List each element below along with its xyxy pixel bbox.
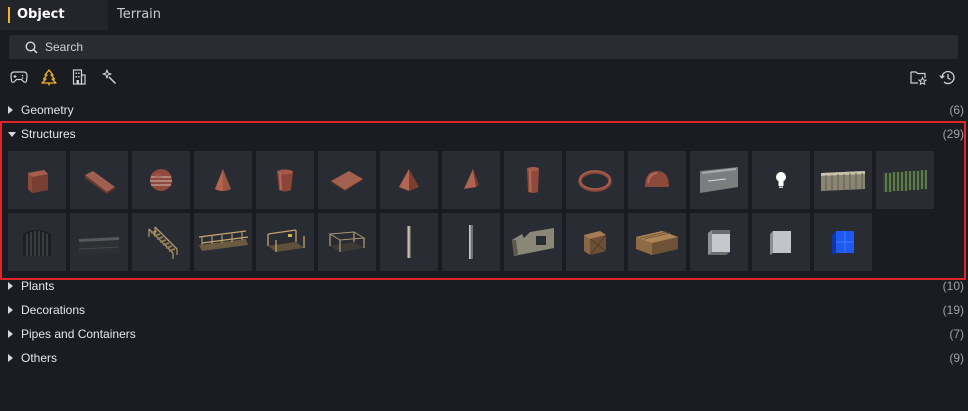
history-icon[interactable] <box>938 68 956 86</box>
magic-wand-icon[interactable] <box>100 68 118 86</box>
brick-sphere-icon[interactable] <box>132 151 190 209</box>
category-count: (10) <box>942 279 964 293</box>
thin-pillar-icon[interactable] <box>380 213 438 271</box>
category-count: (7) <box>949 327 964 341</box>
brick-tall-cylinder-icon[interactable] <box>504 151 562 209</box>
metal-fence-icon[interactable] <box>814 151 872 209</box>
wooden-box-icon[interactable] <box>628 213 686 271</box>
dark-wall-icon[interactable] <box>70 213 128 271</box>
platform-railing-icon[interactable] <box>256 213 314 271</box>
light-bulb-icon[interactable] <box>752 151 810 209</box>
stairs-icon[interactable] <box>132 213 190 271</box>
tab-object-label: Object <box>17 7 65 22</box>
category-geometry[interactable]: Geometry (6) <box>0 99 968 121</box>
category-count: (19) <box>942 303 964 317</box>
category-plants[interactable]: Plants (10) <box>0 275 968 297</box>
folder-star-icon[interactable] <box>909 68 927 86</box>
category-name: Plants <box>21 279 55 293</box>
blue-cube-icon[interactable] <box>814 213 872 271</box>
wooden-crate-icon[interactable] <box>566 213 624 271</box>
brick-hemisphere-icon[interactable] <box>628 151 686 209</box>
bridge-railing-icon[interactable] <box>194 213 252 271</box>
green-fence-icon[interactable] <box>876 151 934 209</box>
category-name: Geometry <box>21 103 74 117</box>
grey-cube-icon[interactable] <box>690 213 748 271</box>
expand-arrow-icon <box>8 330 13 338</box>
tree-icon[interactable] <box>40 68 58 86</box>
building-icon[interactable] <box>70 68 88 86</box>
brick-cylinder-icon[interactable] <box>256 151 314 209</box>
category-others[interactable]: Others (9) <box>0 347 968 369</box>
collapse-arrow-icon <box>8 132 16 137</box>
brick-cone-icon[interactable] <box>194 151 252 209</box>
gamepad-icon[interactable] <box>10 68 28 86</box>
iron-gate-icon[interactable] <box>8 213 66 271</box>
category-count: (29) <box>942 127 964 141</box>
search-input[interactable] <box>45 40 925 54</box>
category-count: (9) <box>949 351 964 365</box>
tab-terrain[interactable]: Terrain <box>108 0 188 30</box>
expand-arrow-icon <box>8 106 13 114</box>
expand-arrow-icon <box>8 354 13 362</box>
category-decorations[interactable]: Decorations (19) <box>0 299 968 321</box>
brick-pyramid-icon[interactable] <box>380 151 438 209</box>
category-count: (6) <box>949 103 964 117</box>
brick-ring-icon[interactable] <box>566 151 624 209</box>
tab-object[interactable]: Object <box>0 0 108 30</box>
search-bar <box>9 35 958 59</box>
tab-bar: Object Terrain <box>0 0 968 30</box>
metal-pillar-icon[interactable] <box>442 213 500 271</box>
brick-cube-icon[interactable] <box>8 151 66 209</box>
category-name: Pipes and Containers <box>21 327 136 341</box>
category-name: Others <box>21 351 58 365</box>
brick-wedge-icon[interactable] <box>70 151 128 209</box>
category-structures[interactable]: Structures (29) <box>0 123 968 145</box>
expand-arrow-icon <box>8 282 13 290</box>
category-name: Structures <box>21 127 76 141</box>
grey-box-icon[interactable] <box>752 213 810 271</box>
platform-frame-icon[interactable] <box>318 213 376 271</box>
category-name: Decorations <box>21 303 86 317</box>
brick-plane-icon[interactable] <box>318 151 376 209</box>
tab-terrain-label: Terrain <box>117 7 162 22</box>
sign-panel-icon[interactable] <box>690 151 748 209</box>
category-pipes-and-containers[interactable]: Pipes and Containers (7) <box>0 323 968 345</box>
brick-tetrahedron-icon[interactable] <box>442 151 500 209</box>
filter-toolbar <box>0 64 968 90</box>
broken-wall-icon[interactable] <box>504 213 562 271</box>
search-icon <box>25 40 38 54</box>
expand-arrow-icon <box>8 306 13 314</box>
